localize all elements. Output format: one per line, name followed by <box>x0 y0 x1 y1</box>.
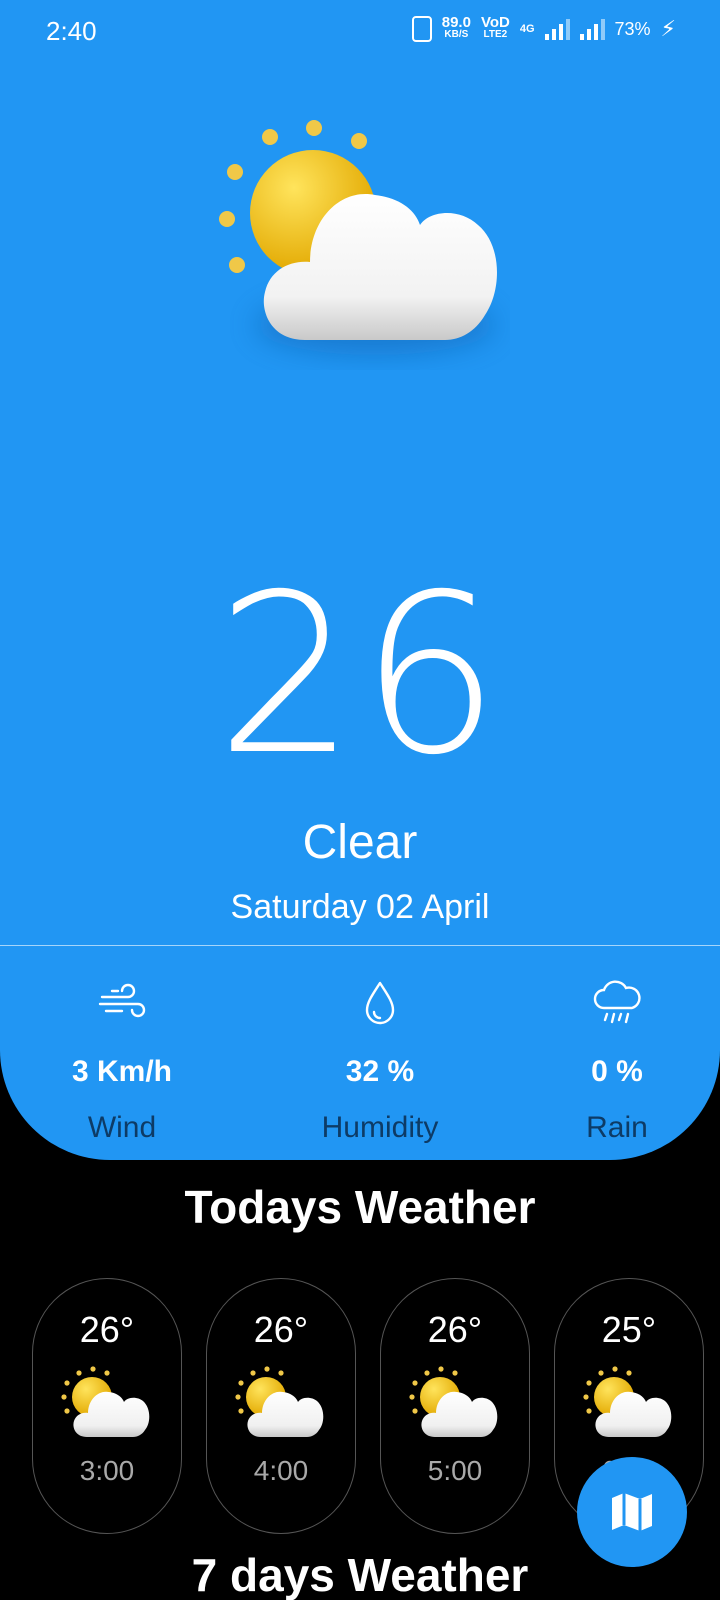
hourly-time: 3:00 <box>79 1455 135 1486</box>
hourly-temp: 26° <box>253 1309 309 1350</box>
map-icon <box>612 1493 652 1531</box>
current-temperature: 26 <box>216 547 504 803</box>
battery-percent: 73% <box>614 18 651 39</box>
map-button[interactable] <box>577 1457 687 1567</box>
humidity-label: Humidity <box>321 1111 439 1144</box>
wind-value: 3 Km/h <box>71 1055 173 1088</box>
todays-weather-title: Todays Weather <box>184 1181 536 1233</box>
hourly-temp: 26° <box>79 1309 135 1350</box>
divider <box>0 945 720 946</box>
volte-indicator: VoD LTE2 <box>480 14 510 41</box>
status-time: 2:40 <box>46 16 97 46</box>
hourly-time: 4:00 <box>253 1455 309 1486</box>
volte-sub-label: LTE2 <box>483 29 508 40</box>
wind-icon <box>98 983 146 1018</box>
charging-icon: ⚡ <box>660 16 676 41</box>
partly-cloudy-icon <box>235 1366 324 1437</box>
status-icons: 89.0 KB/S VoD LTE2 4G 73% ⚡ <box>411 14 676 42</box>
partly-cloudy-icon <box>219 120 497 355</box>
hourly-time: 5:00 <box>427 1455 483 1486</box>
weather-condition: Clear <box>302 816 418 869</box>
vibrate-icon <box>411 16 432 42</box>
net-speed-value: 89.0 <box>441 14 471 31</box>
network-type: 4G <box>519 23 535 35</box>
droplet-icon <box>365 981 395 1025</box>
hourly-card[interactable]: 26° 3:00 <box>32 1278 182 1534</box>
signal-icon-2 <box>579 18 605 40</box>
stat-rain: 0 % Rain <box>517 975 717 1145</box>
hourly-card[interactable]: 26° 5:00 <box>380 1278 530 1534</box>
rain-cloud-icon <box>593 980 641 1024</box>
volte-label: VoD <box>480 14 510 31</box>
current-date: Saturday 02 April <box>230 888 490 926</box>
status-bar: 2:40 89.0 KB/S VoD LTE2 4G 73% ⚡ <box>0 0 720 64</box>
rain-label: Rain <box>586 1111 648 1144</box>
partly-cloudy-icon <box>61 1366 150 1437</box>
rain-value: 0 % <box>591 1055 643 1088</box>
stat-wind: 3 Km/h Wind <box>22 975 222 1145</box>
hourly-temp: 26° <box>427 1309 483 1350</box>
stat-humidity: 32 % Humidity <box>280 975 480 1145</box>
signal-icon-1 <box>544 18 570 40</box>
humidity-value: 32 % <box>345 1055 415 1088</box>
net-speed: 89.0 KB/S <box>441 14 471 41</box>
weather-screen: 2:40 89.0 KB/S VoD LTE2 4G 73% ⚡ 26 Clea… <box>0 0 720 1600</box>
hourly-card[interactable]: 26° 4:00 <box>206 1278 356 1534</box>
hourly-temp: 25° <box>601 1309 657 1350</box>
net-speed-unit: KB/S <box>444 29 469 40</box>
partly-cloudy-icon <box>409 1366 498 1437</box>
wind-label: Wind <box>87 1111 157 1144</box>
partly-cloudy-icon <box>583 1366 672 1437</box>
